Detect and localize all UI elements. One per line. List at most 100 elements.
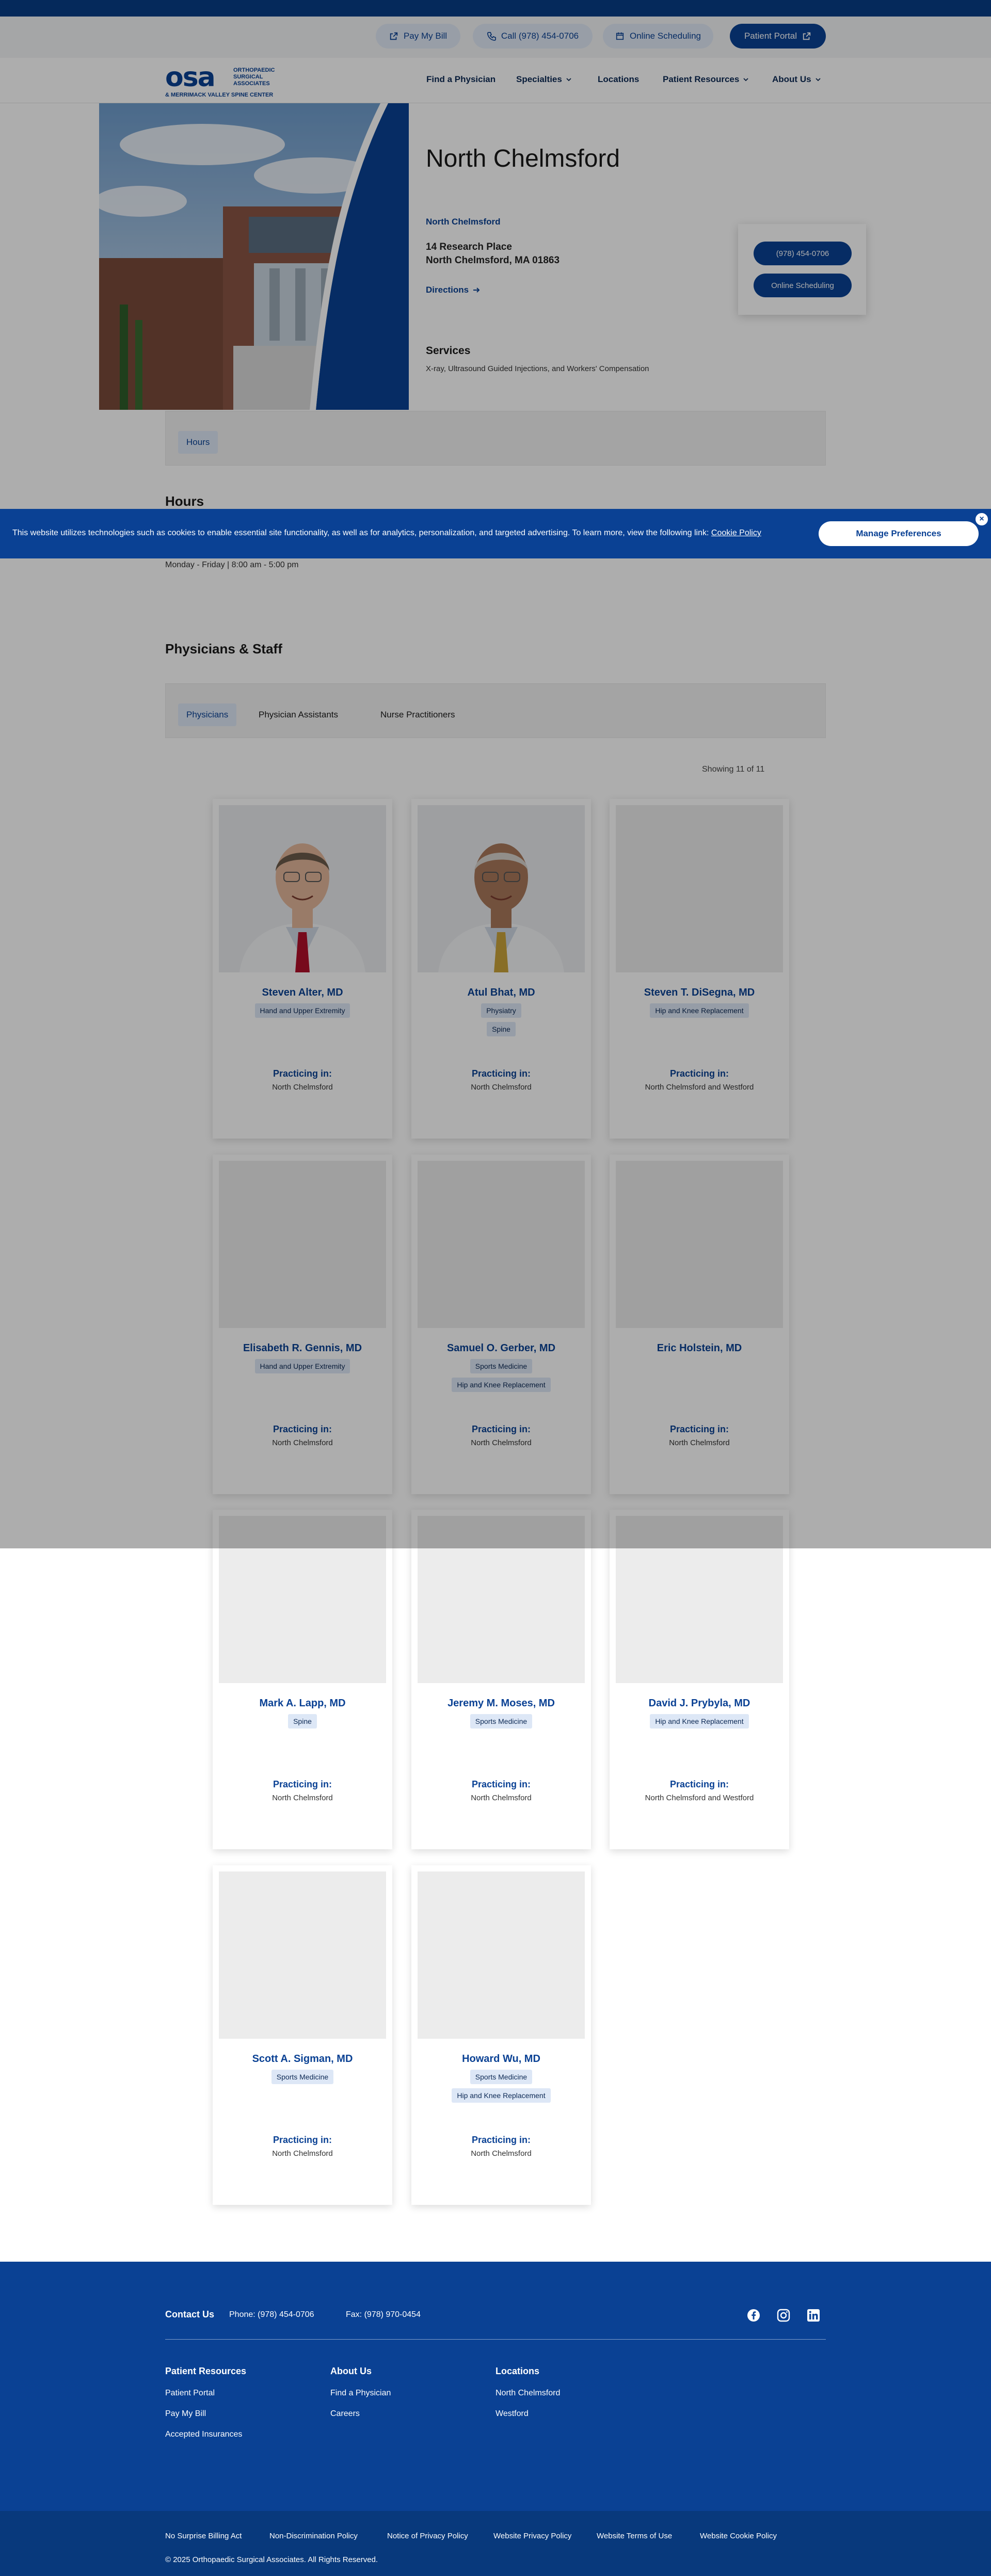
nav-locations[interactable]: Locations bbox=[598, 74, 639, 85]
main-nav: osa Orthopaedic Surgical Associates & Me… bbox=[0, 58, 991, 103]
physician-card[interactable]: Scott A. Sigman, MD Sports Medicine Practi… bbox=[213, 1865, 392, 2205]
specialty-tag: Sports Medicine bbox=[271, 2070, 334, 2084]
specialty-tag: Hip and Knee Replacement bbox=[452, 2088, 551, 2103]
practicing-location: North Chelmsford bbox=[272, 1083, 333, 1092]
physician-card[interactable]: Steven Alter, MD Hand and Upper Extremity… bbox=[213, 799, 392, 1139]
physician-card[interactable]: Eric Holstein, MD Practicing in: North Che… bbox=[610, 1155, 789, 1494]
legal-link-website-privacy[interactable]: Website Privacy Policy bbox=[493, 2532, 571, 2540]
nav-label: Specialties bbox=[516, 74, 562, 84]
physician-name[interactable]: Eric Holstein, MD bbox=[610, 1342, 789, 1354]
patient-portal-button[interactable]: Patient Portal bbox=[730, 24, 826, 49]
physician-name[interactable]: Elisabeth R. Gennis, MD bbox=[213, 1342, 392, 1354]
schedule-button[interactable]: Online Scheduling bbox=[754, 274, 852, 297]
external-link-icon bbox=[390, 32, 398, 40]
cookie-message: This website utilizes technologies such … bbox=[12, 529, 761, 538]
physician-card[interactable]: David J. Prybyla, MD Hip and Knee Replace… bbox=[610, 1510, 789, 1849]
physician-card[interactable]: Howard Wu, MD Sports Medicine Hip and Knee… bbox=[411, 1865, 591, 2205]
nav-patient-resources[interactable]: Patient Resources bbox=[663, 74, 748, 85]
physician-name[interactable]: Atul Bhat, MD bbox=[411, 987, 591, 999]
tab-physician-assistants[interactable]: Physician Assistants bbox=[250, 703, 346, 726]
call-button[interactable]: Call (978) 454-0706 bbox=[473, 24, 593, 49]
specialty-tag: Sports Medicine bbox=[470, 1359, 533, 1373]
phone-icon bbox=[487, 31, 496, 41]
specialty-tags: Hand and Upper Extremity bbox=[213, 1003, 392, 1018]
pay-bill-button[interactable]: Pay My Bill bbox=[376, 24, 460, 49]
tab-hours[interactable]: Hours bbox=[178, 431, 218, 454]
logo-subtitle: Orthopaedic Surgical Associates bbox=[233, 67, 275, 87]
close-icon[interactable]: × bbox=[974, 512, 989, 526]
physician-name[interactable]: Howard Wu, MD bbox=[411, 2053, 591, 2065]
phone-button[interactable]: (978) 454-0706 bbox=[754, 242, 852, 265]
footer-link-accepted-insurances[interactable]: Accepted Insurances bbox=[165, 2430, 242, 2439]
specialty-tags: Sports Medicine bbox=[213, 2070, 392, 2084]
physician-card[interactable]: Jeremy M. Moses, MD Sports Medicine Practi… bbox=[411, 1510, 591, 1849]
physician-name[interactable]: Samuel O. Gerber, MD bbox=[411, 1342, 591, 1354]
instagram-icon[interactable] bbox=[776, 2308, 791, 2323]
physician-card[interactable]: Samuel O. Gerber, MD Sports Medicine Hip a… bbox=[411, 1155, 591, 1494]
address-line-1: 14 Research Place bbox=[426, 242, 512, 252]
physician-photo bbox=[219, 805, 386, 972]
physician-name[interactable]: Steven T. DiSegna, MD bbox=[610, 987, 789, 999]
practicing-location: North Chelmsford and Westford bbox=[645, 1794, 754, 1802]
external-link-icon bbox=[803, 32, 811, 40]
linkedin-icon[interactable] bbox=[806, 2308, 821, 2323]
physician-name[interactable]: David J. Prybyla, MD bbox=[610, 1698, 789, 1709]
nav-about-us[interactable]: About Us bbox=[772, 74, 821, 85]
practicing-in-label: Practicing in: bbox=[273, 2135, 332, 2145]
page-title: North Chelmsford bbox=[426, 145, 620, 172]
specialty-tag: Hip and Knee Replacement bbox=[452, 1378, 551, 1392]
footer-link-westford[interactable]: Westford bbox=[496, 2409, 529, 2419]
utility-bar: Pay My Bill Call (978) 454-0706 Online S… bbox=[0, 17, 991, 58]
hours-text: Monday - Friday | 8:00 am - 5:00 pm bbox=[165, 561, 299, 569]
physician-photo bbox=[418, 1871, 585, 2039]
footer-phone[interactable]: Phone: (978) 454-0706 bbox=[229, 2310, 314, 2319]
online-scheduling-button[interactable]: Online Scheduling bbox=[603, 24, 713, 49]
cookie-policy-link[interactable]: Cookie Policy bbox=[711, 529, 761, 537]
physician-name[interactable]: Jeremy M. Moses, MD bbox=[411, 1698, 591, 1709]
footer-link-patient-portal[interactable]: Patient Portal bbox=[165, 2389, 215, 2398]
manage-preferences-button[interactable]: Manage Preferences bbox=[819, 521, 979, 546]
footer-link-find-physician[interactable]: Find a Physician bbox=[330, 2389, 391, 2398]
specialty-tag: Physiatry bbox=[481, 1003, 521, 1018]
footer-link-careers[interactable]: Careers bbox=[330, 2409, 360, 2419]
physician-card[interactable]: Elisabeth R. Gennis, MD Hand and Upper Ex… bbox=[213, 1155, 392, 1494]
legal-link-privacy-notice[interactable]: Notice of Privacy Policy bbox=[387, 2532, 468, 2540]
tab-nurse-practitioners[interactable]: Nurse Practitioners bbox=[372, 703, 463, 726]
specialty-tags: Sports Medicine bbox=[411, 1714, 591, 1729]
physician-name[interactable]: Steven Alter, MD bbox=[213, 987, 392, 999]
legal-link-terms[interactable]: Website Terms of Use bbox=[597, 2532, 672, 2540]
physician-card[interactable]: Steven T. DiSegna, MD Hip and Knee Replac… bbox=[610, 799, 789, 1139]
practicing-in-label: Practicing in: bbox=[471, 1779, 531, 1789]
nav-label: Find a Physician bbox=[426, 74, 496, 84]
specialty-tag: Spine bbox=[288, 1714, 317, 1729]
legal-link-non-discrimination[interactable]: Non-Discrimination Policy bbox=[269, 2532, 358, 2540]
footer-locations-heading: Locations bbox=[496, 2366, 540, 2376]
practicing-location: North Chelmsford and Westford bbox=[645, 1083, 754, 1092]
directions-link[interactable]: Directions bbox=[426, 285, 480, 295]
specialty-tag: Hip and Knee Replacement bbox=[650, 1003, 749, 1018]
legal-link-no-surprise[interactable]: No Surprise Billing Act bbox=[165, 2532, 242, 2540]
contact-card: (978) 454-0706 Online Scheduling bbox=[738, 224, 866, 315]
physician-name[interactable]: Mark A. Lapp, MD bbox=[213, 1698, 392, 1709]
specialty-tag: Sports Medicine bbox=[470, 2070, 533, 2084]
nav-find-physician[interactable]: Find a Physician bbox=[426, 74, 496, 85]
footer-link-pay-bill[interactable]: Pay My Bill bbox=[165, 2409, 206, 2419]
footer-link-north-chelmsford[interactable]: North Chelmsford bbox=[496, 2389, 560, 2398]
legal-link-cookie[interactable]: Website Cookie Policy bbox=[700, 2532, 777, 2540]
location-name-link[interactable]: North Chelmsford bbox=[426, 217, 501, 227]
footer-contact-heading: Contact Us bbox=[165, 2309, 215, 2319]
physician-photo bbox=[219, 1161, 386, 1328]
services-text: X-ray, Ultrasound Guided Injections, and… bbox=[426, 364, 649, 373]
practicing-in-label: Practicing in: bbox=[669, 1424, 729, 1434]
physician-card[interactable]: Mark A. Lapp, MD Spine Practicing in: North… bbox=[213, 1510, 392, 1849]
physician-card[interactable]: Atul Bhat, MD Physiatry Spine Practicing in… bbox=[411, 799, 591, 1139]
practicing-location: North Chelmsford bbox=[471, 1083, 532, 1092]
physician-name[interactable]: Scott A. Sigman, MD bbox=[213, 2053, 392, 2065]
nav-specialties[interactable]: Specialties bbox=[516, 74, 571, 85]
tab-physicians[interactable]: Physicians bbox=[178, 703, 237, 726]
practicing-location: North Chelmsford bbox=[272, 1794, 333, 1802]
physician-photo bbox=[616, 1161, 783, 1328]
practicing-in-label: Practicing in: bbox=[273, 1424, 332, 1434]
facebook-icon[interactable] bbox=[746, 2308, 761, 2323]
site-logo[interactable]: osa Orthopaedic Surgical Associates & Me… bbox=[165, 64, 289, 98]
